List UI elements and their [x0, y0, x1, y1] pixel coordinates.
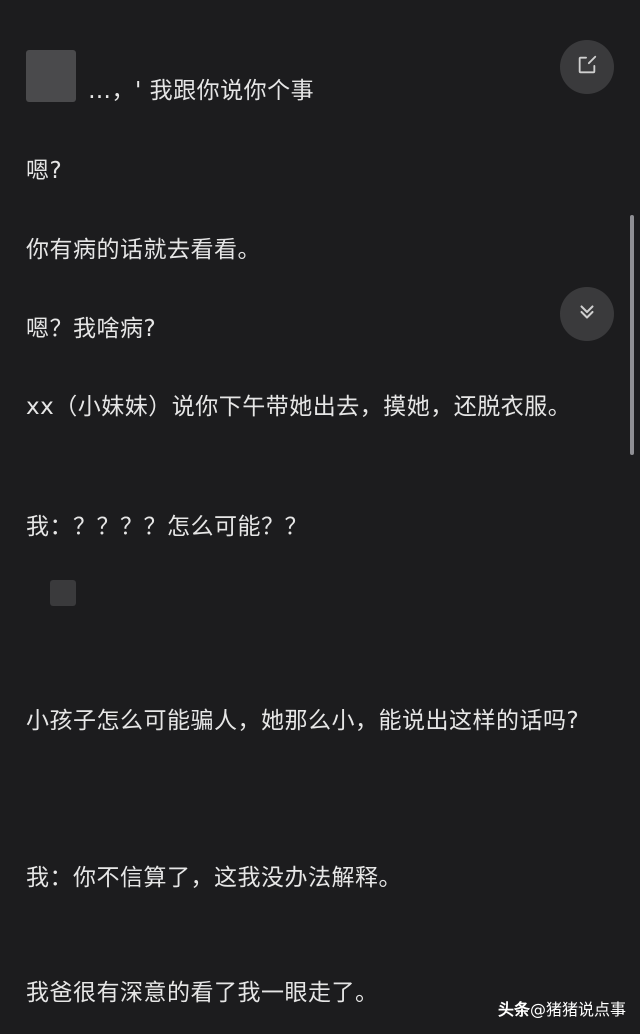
edit-button[interactable]: [560, 40, 614, 94]
message-line-3: 你有病的话就去看看。: [26, 237, 261, 263]
scroll-down-button[interactable]: [560, 287, 614, 341]
message-line-4: 嗯？我啥病?: [26, 316, 157, 342]
redacted-name-block: [26, 50, 76, 102]
message-line-8: 我：你不信算了，这我没办法解释。: [26, 865, 402, 891]
scrollbar-thumb[interactable]: [630, 215, 634, 455]
message-line-6: 我：？？？？怎么可能？？: [26, 514, 308, 540]
message-line-1: …，' 我跟你说你个事: [88, 78, 315, 104]
double-chevron-down-icon: [576, 301, 598, 327]
edit-icon: [576, 54, 598, 80]
watermark-brand: 头条: [497, 1000, 530, 1019]
message-line-7: 小孩子怎么可能骗人，她那么小，能说出这样的话吗?: [26, 708, 580, 734]
redacted-sticker: [50, 580, 76, 606]
watermark: 头条@猪猪说点事: [498, 996, 626, 1020]
message-line-5: xx（小妹妹）说你下午带她出去，摸她，还脱衣服。: [26, 394, 572, 420]
message-line-2: 嗯?: [26, 158, 63, 184]
watermark-handle: @猪猪说点事: [529, 1000, 626, 1019]
